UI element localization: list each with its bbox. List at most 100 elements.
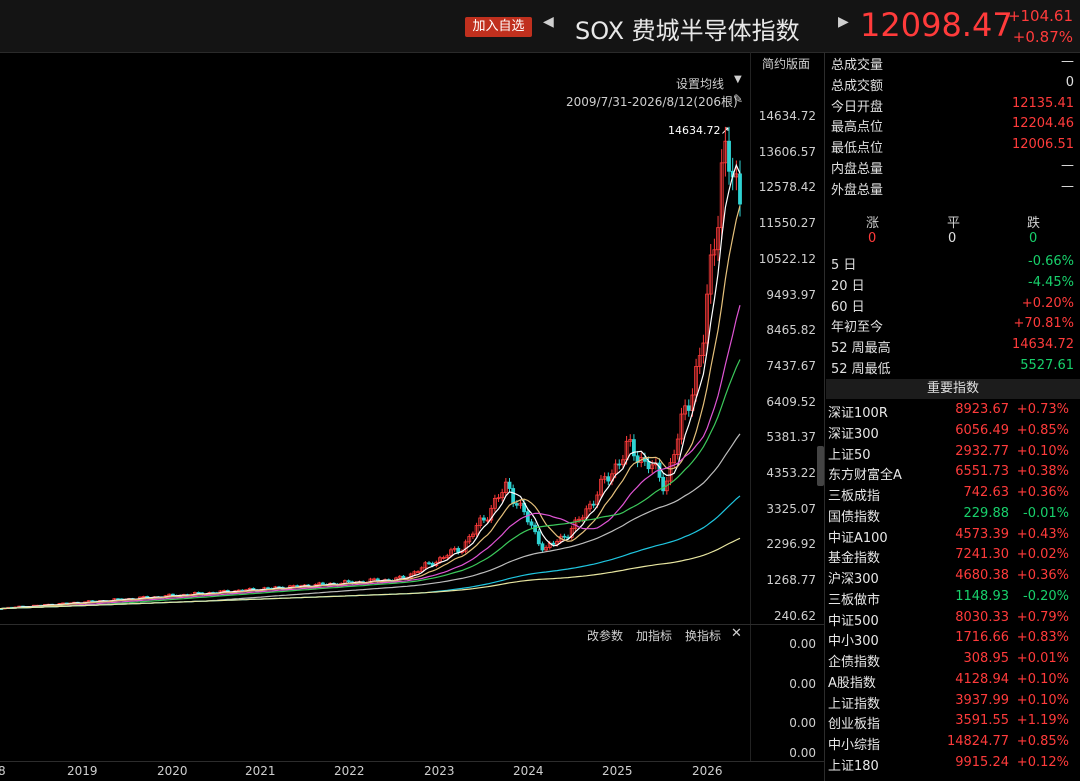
- index-row[interactable]: 中证A100 4573.39 +0.43%: [826, 525, 1080, 546]
- moving-average-line: [0, 495, 741, 610]
- index-row[interactable]: A股指数 4128.94 +0.10%: [826, 670, 1080, 691]
- index-value: 6056.49: [955, 422, 1009, 438]
- price-axis-tick: 240.62: [774, 608, 816, 623]
- index-change: -0.01%: [1023, 505, 1069, 521]
- stat-value: 12006.51: [1011, 137, 1074, 153]
- period-label: 5 日: [831, 258, 857, 273]
- period-value: +0.20%: [1021, 295, 1074, 311]
- candle-body: [514, 503, 519, 506]
- index-row[interactable]: 深证300 6056.49 +0.85%: [826, 421, 1080, 442]
- stat-label: 总成交额: [831, 78, 884, 94]
- index-row[interactable]: 国债指数 229.88 -0.01%: [826, 504, 1080, 525]
- index-name: 沪深300: [828, 572, 879, 587]
- price-axis-tick: 12578.42: [758, 180, 816, 195]
- index-row[interactable]: 上证50 2932.77 +0.10%: [826, 442, 1080, 463]
- index-value: 3937.99: [955, 692, 1009, 708]
- breadth-up-count: 0: [868, 231, 877, 246]
- index-change: +0.02%: [1016, 547, 1069, 563]
- time-axis-tick: 8: [0, 764, 6, 778]
- switch-indicator-button[interactable]: 换指标: [685, 627, 721, 644]
- index-row[interactable]: 三板成指 742.63 +0.36%: [826, 483, 1080, 504]
- panel-scroll-handle[interactable]: [817, 446, 824, 486]
- price-axis-tick: 6409.52: [766, 394, 816, 409]
- index-name: 中小300: [828, 634, 879, 650]
- stat-row: 今日开盘 12135.41: [826, 94, 1080, 115]
- index-row[interactable]: 三板做市 1148.93 -0.20%: [826, 587, 1080, 608]
- stat-row: 外盘总量 —: [826, 177, 1080, 198]
- change-params-button[interactable]: 改参数: [587, 627, 623, 644]
- change-value: +104.61: [1007, 7, 1073, 25]
- index-value: 229.88: [963, 505, 1010, 521]
- index-row[interactable]: 上证指数 3937.99 +0.10%: [826, 691, 1080, 712]
- price-axis-tick: 9493.97: [766, 287, 816, 302]
- price-axis-tick: 8465.82: [766, 323, 816, 338]
- candle-body: [591, 503, 596, 506]
- breadth-down-label: 跌: [1027, 216, 1041, 231]
- index-row[interactable]: 上证180 9915.24 +0.12%: [826, 753, 1080, 774]
- index-name: 上证50: [828, 447, 871, 463]
- index-row[interactable]: 深证100R 8923.67 +0.73%: [826, 400, 1080, 421]
- index-change: +0.85%: [1016, 422, 1069, 438]
- axis-divider: [750, 52, 751, 762]
- candle-body: [529, 521, 534, 526]
- candle-body: [171, 593, 175, 596]
- index-value: 4680.38: [955, 568, 1009, 583]
- period-label: 60 日: [831, 299, 865, 315]
- add-indicator-button[interactable]: 加指标: [636, 627, 672, 644]
- index-row[interactable]: 中证500 8030.33 +0.79%: [826, 608, 1080, 629]
- index-row[interactable]: 创业板指 3591.55 +1.19%: [826, 711, 1080, 732]
- index-row[interactable]: 沪深300 4680.38 +0.36%: [826, 566, 1080, 587]
- index-change: +0.12%: [1016, 754, 1069, 770]
- index-row[interactable]: 东方财富全A 6551.73 +0.38%: [826, 462, 1080, 483]
- candle-body: [632, 439, 636, 457]
- prev-arrow-icon[interactable]: ◀: [543, 14, 554, 30]
- price-axis-tick: 10522.12: [758, 251, 816, 266]
- stat-value: —: [1061, 178, 1074, 194]
- index-value: 7241.30: [955, 547, 1009, 563]
- price-axis-tick: 11550.27: [758, 216, 816, 231]
- candle-body: [321, 582, 325, 585]
- add-watchlist-button[interactable]: 加入自选: [465, 17, 532, 37]
- price-axis-tick: 5381.37: [766, 430, 816, 445]
- period-row: 52 周最高 14634.72: [826, 335, 1080, 357]
- sub-axis-tick: 0.00: [789, 677, 816, 691]
- period-row: 52 周最低 5527.61: [826, 356, 1080, 377]
- index-value: 8923.67: [955, 402, 1009, 417]
- index-row[interactable]: 基金指数 7241.30 +0.02%: [826, 545, 1080, 566]
- last-price: 12098.47: [860, 6, 1013, 44]
- close-indicator-icon[interactable]: ✕: [731, 626, 742, 641]
- time-axis-tick: 2022: [334, 764, 365, 778]
- index-change: +0.38%: [1016, 464, 1069, 480]
- moving-average-line: [0, 359, 741, 610]
- period-value: +70.81%: [1013, 316, 1074, 332]
- index-change: +0.10%: [1016, 692, 1069, 708]
- simple-layout-toggle[interactable]: 简约版面: [762, 55, 810, 72]
- candle-body: [686, 405, 691, 411]
- moving-average-line: [0, 163, 741, 610]
- index-value: 9915.24: [955, 754, 1009, 770]
- sub-axis-tick: 0.00: [789, 637, 816, 651]
- index-row[interactable]: 企债指数 308.95 +0.01%: [826, 649, 1080, 670]
- candle-body: [551, 542, 556, 545]
- index-change: +0.85%: [1016, 734, 1069, 749]
- price-axis-tick: 14634.72: [758, 109, 816, 123]
- index-change: +0.79%: [1016, 609, 1069, 625]
- candle-body: [738, 173, 742, 205]
- breadth-flat-label: 平: [947, 216, 961, 231]
- stat-row: 总成交额 0: [826, 73, 1080, 94]
- next-arrow-icon[interactable]: ▶: [838, 14, 849, 30]
- index-row[interactable]: 中小300 1716.66 +0.83%: [826, 628, 1080, 649]
- index-name: 上证180: [828, 758, 879, 774]
- candle-body: [727, 140, 731, 172]
- time-axis-tick: 2021: [245, 764, 276, 778]
- candlestick-chart[interactable]: [0, 55, 750, 625]
- time-axis-tick: 2019: [67, 764, 98, 778]
- index-row[interactable]: 中小综指 14824.77 +0.85%: [826, 732, 1080, 753]
- index-change: +0.36%: [1016, 568, 1069, 583]
- candle-body: [540, 543, 545, 551]
- index-name: 创业板指: [828, 717, 881, 733]
- period-label: 52 周最高: [831, 341, 891, 357]
- period-row: 20 日 -4.45%: [826, 273, 1080, 294]
- index-value: 308.95: [963, 651, 1010, 666]
- index-name: 三板做市: [828, 592, 881, 608]
